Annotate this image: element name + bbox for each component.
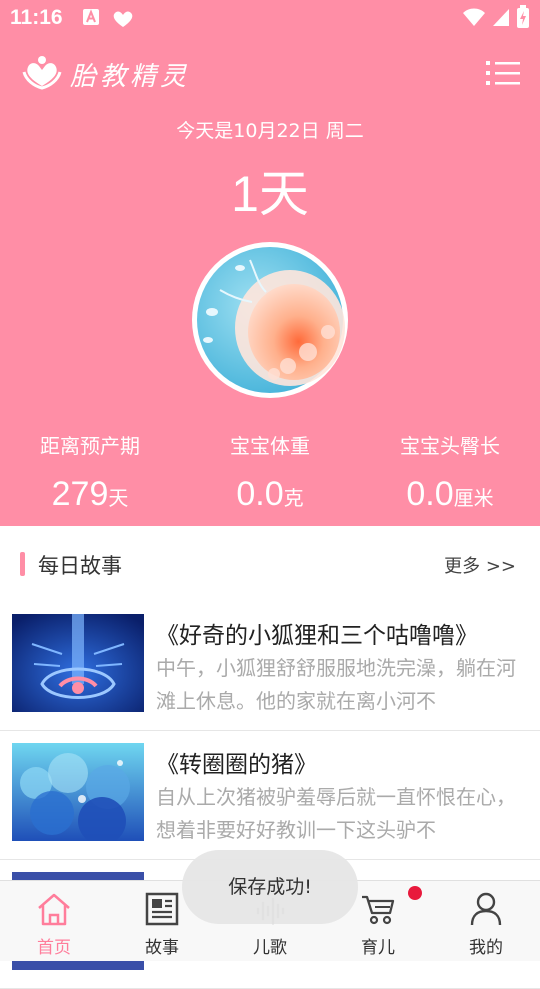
- save-success-toast: 保存成功!: [182, 850, 358, 924]
- stat-label: 距离预产期: [40, 434, 140, 458]
- stat-number: 0.0: [406, 475, 454, 513]
- section-title: 每日故事: [38, 554, 122, 578]
- section-accent-bar: [20, 552, 25, 576]
- story-title: 《转圈圈的猪》: [156, 752, 317, 778]
- stat-label: 宝宝头臀长: [400, 434, 500, 458]
- logo-icon: [22, 56, 62, 90]
- battery-icon: [517, 5, 529, 28]
- stat-value: 0.0厘米: [360, 475, 540, 514]
- nav-profile[interactable]: 我的: [432, 881, 540, 961]
- stat-value: 279天: [0, 475, 180, 514]
- nav-label: 育儿: [361, 938, 395, 958]
- status-time: 11:16: [10, 6, 63, 29]
- a-notification-icon: [83, 9, 99, 25]
- story-item[interactable]: 《转圈圈的猪》 自从上次猪被驴羞辱后就一直怀恨在心，想着非要好好教训一下这头驴不: [0, 731, 540, 860]
- stat-value: 0.0克: [180, 475, 360, 514]
- stat-unit: 天: [108, 488, 129, 510]
- notification-badge: [408, 886, 422, 900]
- date-line: 今天是10月22日 周二: [176, 120, 364, 142]
- story-thumbnail: [12, 614, 144, 712]
- story-thumbnail: [12, 743, 144, 841]
- app-title: 胎教精灵: [70, 62, 191, 92]
- app-notification-icon: [113, 11, 133, 27]
- more-link[interactable]: 更多 >>: [444, 552, 516, 578]
- nav-home[interactable]: 首页: [0, 881, 108, 961]
- days-count: 1天: [231, 166, 309, 222]
- stat-crown-rump-length: 宝宝头臀长 0.0厘米: [360, 430, 540, 514]
- stroller-icon: [362, 895, 395, 925]
- stat-baby-weight: 宝宝体重 0.0克: [180, 430, 360, 514]
- stat-unit: 克: [283, 488, 304, 510]
- stat-label: 宝宝体重: [230, 434, 310, 458]
- nav-label: 儿歌: [253, 938, 287, 958]
- person-icon: [470, 892, 502, 926]
- signal-icon: [493, 9, 509, 26]
- home-icon: [38, 893, 70, 926]
- stat-unit: 厘米: [453, 488, 494, 510]
- embryo-illustration[interactable]: [190, 240, 350, 400]
- nav-label: 故事: [145, 938, 179, 958]
- pregnancy-header: 胎教精灵 今天是10月22日 周二 1天 距离预产期 279天 宝宝体重 0.0…: [0, 36, 540, 526]
- stat-due-date: 距离预产期 279天: [0, 430, 180, 514]
- wifi-icon: [463, 8, 485, 26]
- story-description: 中午，小狐狸舒舒服服地洗完澡，躺在河滩上休息。他的家就在离小河不: [156, 656, 516, 713]
- nav-label: 我的: [469, 938, 503, 958]
- stat-number: 0.0: [236, 475, 284, 513]
- story-item[interactable]: 《好奇的小狐狸和三个咕噜噜》 中午，小狐狸舒舒服服地洗完澡，躺在河滩上休息。他的…: [0, 602, 540, 731]
- story-title: 《好奇的小狐狸和三个咕噜噜》: [156, 623, 478, 649]
- story-description: 自从上次猪被驴羞辱后就一直怀恨在心，想着非要好好教训一下这头驴不: [156, 785, 516, 842]
- menu-icon[interactable]: [486, 58, 520, 88]
- status-bar: 11:16: [0, 0, 540, 36]
- nav-label: 首页: [37, 938, 71, 958]
- daily-story-header: 每日故事 更多 >>: [0, 526, 540, 603]
- stat-number: 279: [51, 475, 109, 513]
- news-icon: [145, 892, 179, 926]
